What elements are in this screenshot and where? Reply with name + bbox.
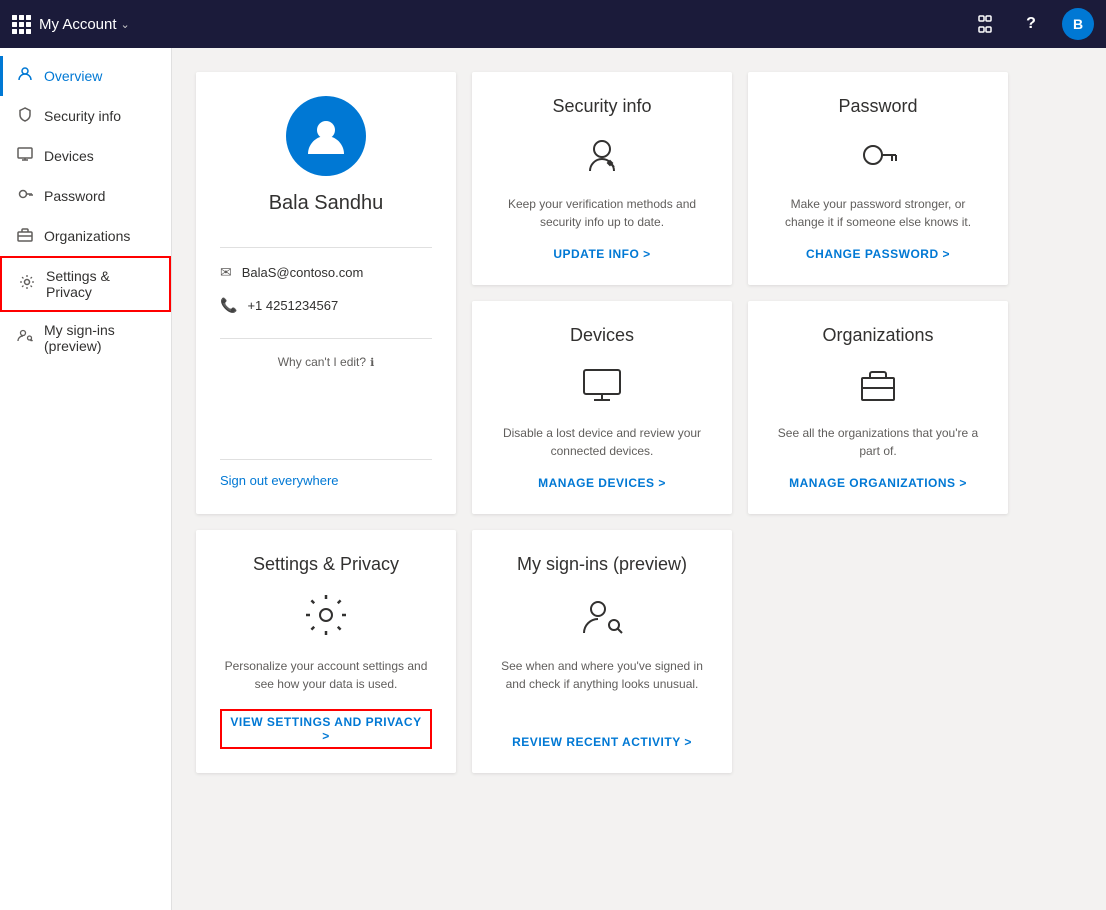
- person-key-icon: [16, 328, 34, 348]
- organizations-description: See all the organizations that you're a …: [772, 424, 984, 460]
- view-settings-link[interactable]: VIEW SETTINGS AND PRIVACY >: [220, 709, 432, 749]
- devices-icon: [578, 362, 626, 412]
- update-info-link[interactable]: UPDATE INFO >: [553, 247, 650, 261]
- settings-privacy-description: Personalize your account settings and se…: [220, 657, 432, 693]
- topbar: My Account ⌄ ? B: [0, 0, 1106, 48]
- user-avatar[interactable]: B: [1062, 8, 1094, 40]
- key-icon: [16, 186, 34, 206]
- gear-icon: [18, 274, 36, 294]
- sign-out-everywhere-link[interactable]: Sign out everywhere: [220, 473, 339, 488]
- profile-info: ✉ BalaS@contoso.com 📞 +1 4251234567: [220, 256, 432, 322]
- cards-grid: Bala Sandhu ✉ BalaS@contoso.com 📞 +1 425…: [196, 72, 1026, 773]
- layout: Overview Security info Devices: [0, 48, 1106, 910]
- security-info-card: Security info Keep your verification met…: [472, 72, 732, 285]
- sidebar: Overview Security info Devices: [0, 48, 172, 910]
- app-title-text: My Account: [39, 16, 117, 33]
- sidebar-item-devices[interactable]: Devices: [0, 136, 171, 176]
- profile-card: Bala Sandhu ✉ BalaS@contoso.com 📞 +1 425…: [196, 72, 456, 514]
- sidebar-item-signins[interactable]: My sign-ins (preview): [0, 312, 171, 364]
- sidebar-settings-label: Settings & Privacy: [46, 268, 153, 300]
- my-signins-card: My sign-ins (preview) See when and where…: [472, 530, 732, 773]
- sidebar-overview-label: Overview: [44, 68, 102, 84]
- person-icon: [16, 66, 34, 86]
- change-password-link[interactable]: CHANGE PASSWORD >: [806, 247, 950, 261]
- profile-avatar: [286, 96, 366, 176]
- sidebar-item-password[interactable]: Password: [0, 176, 171, 216]
- settings-privacy-icon: [302, 591, 350, 645]
- org-icon[interactable]: [970, 9, 1000, 39]
- sidebar-item-organizations[interactable]: Organizations: [0, 216, 171, 256]
- app-launcher-icon[interactable]: [12, 15, 31, 34]
- sidebar-password-label: Password: [44, 188, 105, 204]
- info-icon: ℹ: [370, 356, 374, 369]
- sidebar-devices-label: Devices: [44, 148, 94, 164]
- sidebar-item-security-info[interactable]: Security info: [0, 96, 171, 136]
- help-icon[interactable]: ?: [1016, 9, 1046, 39]
- password-title: Password: [838, 96, 917, 117]
- security-info-title: Security info: [552, 96, 651, 117]
- profile-email-text: BalaS@contoso.com: [242, 265, 364, 280]
- settings-privacy-title: Settings & Privacy: [253, 554, 399, 575]
- password-description: Make your password stronger, or change i…: [772, 195, 984, 231]
- devices-description: Disable a lost device and review your co…: [496, 424, 708, 460]
- profile-name: Bala Sandhu: [269, 192, 384, 215]
- email-icon: ✉: [220, 264, 232, 281]
- profile-phone: 📞 +1 4251234567: [220, 289, 432, 322]
- main-content: Bala Sandhu ✉ BalaS@contoso.com 📞 +1 425…: [172, 48, 1106, 910]
- sidebar-item-settings-privacy[interactable]: Settings & Privacy: [0, 256, 171, 312]
- sidebar-organizations-label: Organizations: [44, 228, 130, 244]
- security-info-description: Keep your verification methods and secur…: [496, 195, 708, 231]
- why-label: Why can't I edit?: [278, 355, 366, 369]
- my-signins-description: See when and where you've signed in and …: [496, 657, 708, 719]
- settings-privacy-card: Settings & Privacy Personalize your acco…: [196, 530, 456, 773]
- phone-icon: 📞: [220, 297, 237, 314]
- profile-phone-text: +1 4251234567: [247, 298, 338, 313]
- profile-divider-top: [220, 247, 432, 248]
- profile-email: ✉ BalaS@contoso.com: [220, 256, 432, 289]
- devices-card: Devices Disable a lost device and review…: [472, 301, 732, 514]
- sidebar-item-overview[interactable]: Overview: [0, 56, 171, 96]
- my-signins-title: My sign-ins (preview): [517, 554, 687, 575]
- my-signins-icon: [578, 591, 626, 645]
- monitor-icon: [16, 146, 34, 166]
- topbar-right: ? B: [970, 8, 1094, 40]
- profile-divider-mid: [220, 338, 432, 339]
- why-cant-edit[interactable]: Why can't I edit? ℹ: [278, 355, 375, 369]
- organizations-icon: [854, 362, 902, 412]
- sidebar-signins-label: My sign-ins (preview): [44, 322, 155, 354]
- app-title: My Account ⌄: [39, 16, 962, 33]
- manage-devices-link[interactable]: MANAGE DEVICES >: [538, 476, 666, 490]
- security-info-icon: [580, 133, 624, 183]
- app-title-caret[interactable]: ⌄: [121, 18, 130, 31]
- profile-signout: Sign out everywhere: [220, 459, 432, 490]
- sidebar-security-label: Security info: [44, 108, 121, 124]
- organizations-card: Organizations See all the organizations …: [748, 301, 1008, 514]
- briefcase-icon: [16, 226, 34, 246]
- manage-organizations-link[interactable]: MANAGE ORGANIZATIONS >: [789, 476, 967, 490]
- password-icon: [856, 133, 900, 183]
- password-card: Password Make your password stronger, or…: [748, 72, 1008, 285]
- devices-title: Devices: [570, 325, 634, 346]
- organizations-title: Organizations: [822, 325, 933, 346]
- review-activity-link[interactable]: REVIEW RECENT ACTIVITY >: [512, 735, 692, 749]
- shield-icon: [16, 106, 34, 126]
